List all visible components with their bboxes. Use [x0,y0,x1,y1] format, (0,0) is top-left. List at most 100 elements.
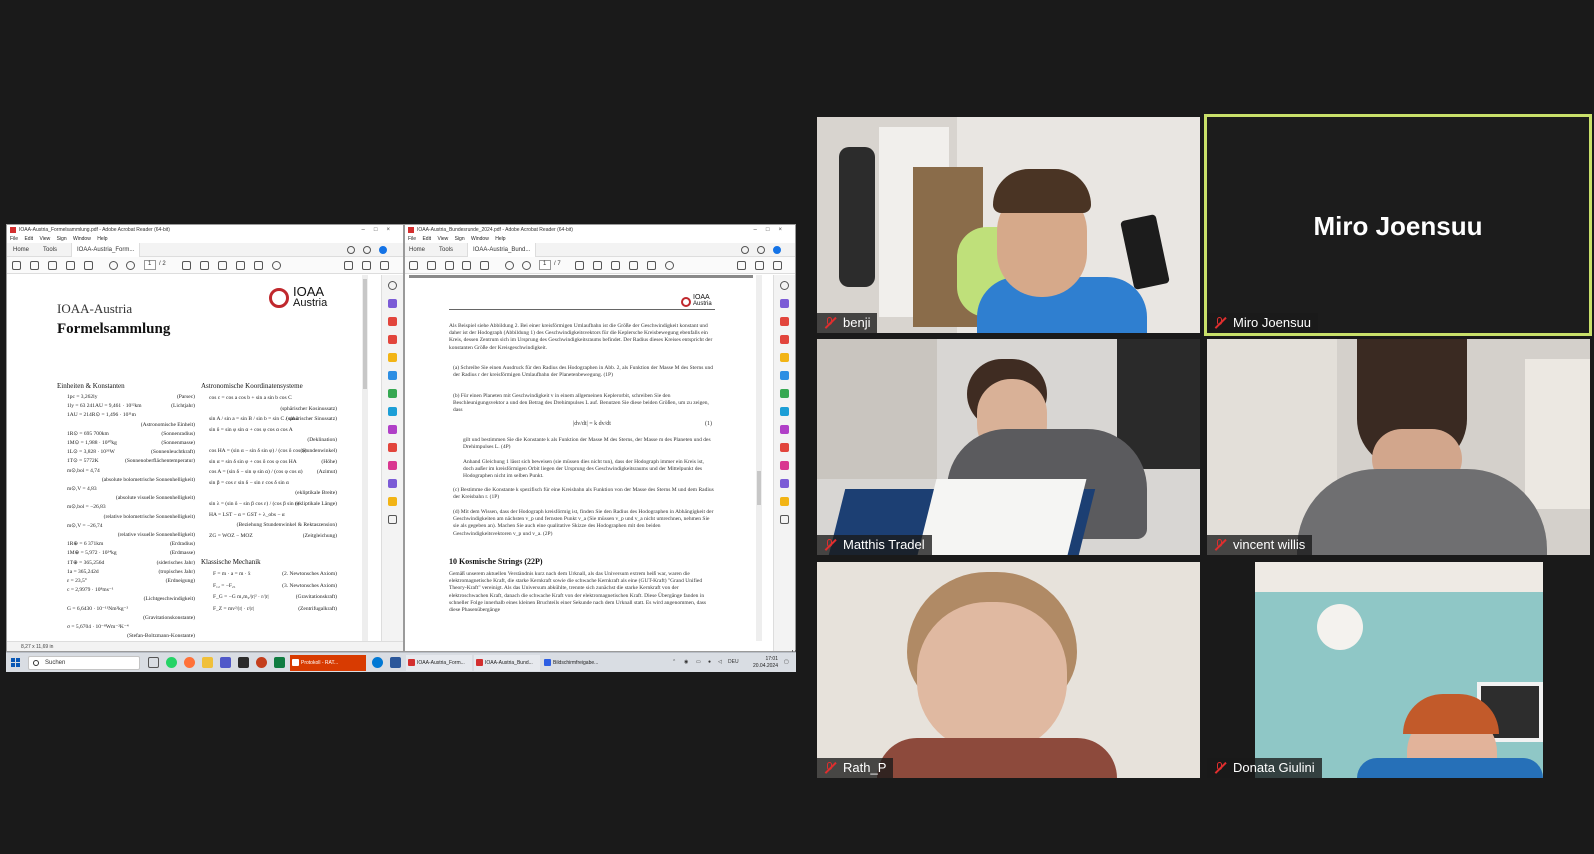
comment-tool-icon[interactable] [388,353,397,362]
create-pdf-icon[interactable] [388,335,397,344]
measure-icon[interactable] [780,497,789,506]
notification-icon[interactable]: ▢ [784,659,789,665]
menu-edit[interactable]: Edit [24,236,33,242]
taskbar-task-formelsammlung[interactable]: IOAA-Austria_Form... [406,655,472,671]
vertical-scrollbar[interactable] [756,275,762,641]
menu-file[interactable]: File [408,236,416,242]
edit-pdf-icon[interactable] [780,299,789,308]
tab-home[interactable]: Home [13,243,29,257]
explorer-icon[interactable] [202,657,213,668]
video-tile-rath-p[interactable]: Rath_P [817,562,1200,778]
more-tools-icon[interactable] [780,515,789,524]
video-tile-vincent-willis[interactable]: vincent willis [1207,339,1590,555]
edit-pdf-icon[interactable] [388,299,397,308]
account-icon[interactable] [773,246,781,254]
zoom-icon[interactable] [84,261,93,270]
excel-icon[interactable] [274,657,285,668]
zoom-in-icon[interactable] [780,281,789,290]
export-pdf-icon[interactable] [780,317,789,326]
taskbar-search-input[interactable]: Suchen [28,656,140,670]
measure-icon[interactable] [388,497,397,506]
menu-edit[interactable]: Edit [422,236,431,242]
comment-tool-icon[interactable] [780,353,789,362]
sign-icon[interactable] [611,261,620,270]
menu-view[interactable]: View [437,236,448,242]
network-icon[interactable]: ◉ [684,659,688,665]
app-icon[interactable] [238,657,249,668]
protect-icon[interactable] [780,443,789,452]
tab-document[interactable]: IOAA-Austria_Bund... [467,243,537,257]
scrollbar-thumb[interactable] [757,471,761,505]
page-up-icon[interactable] [505,261,514,270]
window-titlebar[interactable]: IOAA-Austria_Bundesrunde_2024.pdf - Adob… [405,225,795,235]
window-titlebar[interactable]: IOAA-Austria_Formelsammlung.pdf - Adobe … [7,225,403,235]
vertical-scrollbar[interactable] [362,275,368,641]
scan-icon[interactable] [780,407,789,416]
task-view-icon[interactable] [148,657,159,668]
scrollbar-thumb[interactable] [363,279,367,389]
save-icon[interactable] [12,261,21,270]
language-indicator[interactable]: DEU [728,659,739,665]
scan-icon[interactable] [388,407,397,416]
menu-help[interactable]: Help [97,236,107,242]
mail-icon[interactable] [755,261,764,270]
battery-icon[interactable]: ▭ [696,659,701,665]
fill-sign-icon[interactable] [388,425,397,434]
share-icon[interactable] [236,261,245,270]
rotate-icon[interactable] [665,261,674,270]
organize-icon[interactable] [388,389,397,398]
comment-icon[interactable] [182,261,191,270]
search-icon[interactable] [773,261,782,270]
volume-icon[interactable]: ◁ [718,659,722,665]
menu-sign[interactable]: Sign [57,236,67,242]
highlight-icon[interactable] [593,261,602,270]
video-tile-benji[interactable]: benji [817,117,1200,333]
teams-icon[interactable] [220,657,231,668]
print-icon[interactable] [462,261,471,270]
taskbar-clock[interactable]: 17:01 20.04.2024 [753,656,778,670]
redact-icon[interactable] [388,461,397,470]
bell-icon[interactable] [757,246,765,254]
tab-document[interactable]: IOAA-Austria_Form... [71,243,141,257]
taskbar-task-protokoll[interactable]: Protokoll - RAT... [290,655,366,671]
help-icon[interactable] [347,246,355,254]
window-controls[interactable]: –□× [362,225,399,235]
fill-sign-icon[interactable] [780,425,789,434]
word-icon[interactable] [390,657,401,668]
window-controls[interactable]: –□× [754,225,791,235]
protect-icon[interactable] [388,443,397,452]
firefox-icon[interactable] [184,657,195,668]
save-icon[interactable] [409,261,418,270]
page-down-icon[interactable] [522,261,531,270]
comment-icon[interactable] [575,261,584,270]
tab-tools[interactable]: Tools [439,243,453,257]
upload-icon[interactable] [48,261,57,270]
tab-tools[interactable]: Tools [43,243,57,257]
star-icon[interactable] [427,261,436,270]
export-pdf-icon[interactable] [388,317,397,326]
tray-chevron-icon[interactable]: ⌃ [672,659,676,665]
rotate-icon[interactable] [272,261,281,270]
stamp-icon[interactable] [780,479,789,488]
tab-home[interactable]: Home [409,243,425,257]
taskbar-task-bundesrunde[interactable]: IOAA-Austria_Bund... [474,655,540,671]
sign-icon[interactable] [218,261,227,270]
edit-icon[interactable] [737,261,746,270]
taskbar-task-screenshare[interactable]: Bildschirmfreigabe... [542,655,614,671]
menu-window[interactable]: Window [73,236,91,242]
mail-icon[interactable] [362,261,371,270]
account-icon[interactable] [379,246,387,254]
menu-sign[interactable]: Sign [455,236,465,242]
combine-icon[interactable] [780,371,789,380]
document-view[interactable]: IOAA Austria Als Beispiel siehe Abbildun… [405,275,753,641]
star-icon[interactable] [30,261,39,270]
page-down-icon[interactable] [126,261,135,270]
menu-view[interactable]: View [39,236,50,242]
search-icon[interactable] [380,261,389,270]
more-tools-icon[interactable] [388,515,397,524]
menu-window[interactable]: Window [471,236,489,242]
document-view[interactable]: IOAA Austria IOAA-Austria Formelsammlung… [7,275,361,641]
video-tile-miro-joensuu[interactable]: Miro Joensuu Miro Joensuu [1204,114,1592,336]
delete-icon[interactable] [647,261,656,270]
windows-start-icon[interactable] [11,658,21,668]
